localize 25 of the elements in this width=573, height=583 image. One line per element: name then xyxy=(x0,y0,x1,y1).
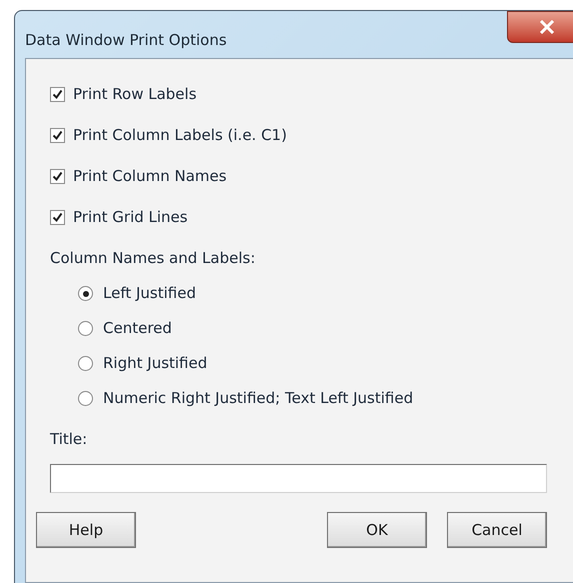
dialog-button[interactable]: OK xyxy=(327,512,427,548)
close-icon xyxy=(539,20,555,34)
field-label: Title: xyxy=(50,428,88,450)
radio-button[interactable] xyxy=(78,391,93,406)
radio-button[interactable] xyxy=(78,356,93,371)
checkbox[interactable] xyxy=(50,169,65,184)
radio-button[interactable] xyxy=(78,321,93,336)
checkbox-label: Print Grid Lines xyxy=(73,207,188,228)
checkbox-label: Print Row Labels xyxy=(73,84,197,106)
radio-button[interactable] xyxy=(78,286,93,301)
radio-label: Numeric Right Justified; Text Left Justified xyxy=(103,388,414,410)
close-button[interactable] xyxy=(507,11,573,43)
checkbox-label: Print Column Names xyxy=(73,166,227,188)
radio-label: Centered xyxy=(103,318,172,340)
checkbox[interactable] xyxy=(50,210,65,225)
checkbox[interactable] xyxy=(50,87,65,102)
section-label: Column Names and Labels: xyxy=(50,248,256,269)
dialog-button[interactable]: Help xyxy=(36,512,136,548)
dialog-button[interactable]: Cancel xyxy=(447,512,547,548)
radio-label: Left Justified xyxy=(103,283,196,304)
title-field[interactable] xyxy=(50,464,547,493)
checkbox[interactable] xyxy=(50,128,65,143)
checkbox-label: Print Column Labels (i.e. C1) xyxy=(73,125,287,146)
window-title: Data Window Print Options xyxy=(25,30,227,51)
radio-label: Right Justified xyxy=(103,353,208,374)
